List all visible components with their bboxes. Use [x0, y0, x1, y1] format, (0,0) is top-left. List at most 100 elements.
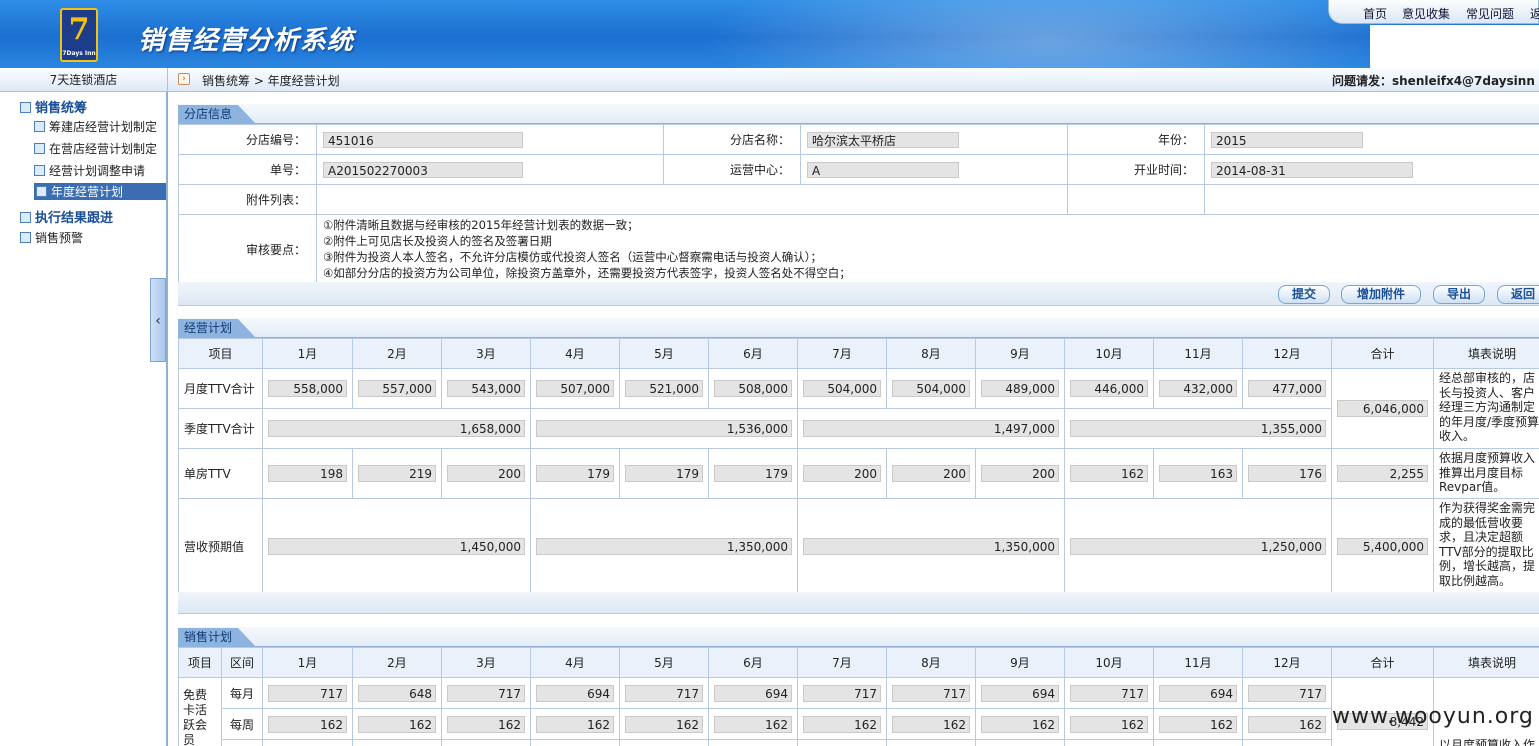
quarter-cell: 1,355,000 [1070, 420, 1326, 437]
col-header-month: 9月 [975, 647, 1065, 678]
value-cell: 162 [447, 715, 525, 733]
col-header-item: 项目 [178, 338, 263, 369]
year-label: 年份： [1067, 124, 1205, 155]
sidebar: 销售统筹 筹建店经营计划制定 在营店经营计划制定 经营计划调整申请 年度经营计划… [0, 92, 168, 746]
value-cell: 717 [268, 684, 347, 702]
sidebar-group-followup[interactable]: 执行结果跟进 [20, 207, 113, 226]
main-content: 分店信息 分店编号： 451016 分店名称： 哈尔滨太平桥店 年份： 2015… [178, 92, 1539, 746]
review-label: 审核要点： [178, 214, 317, 285]
value-cell: 446,000 [1070, 380, 1148, 397]
quarter-cell: 1,658,000 [268, 420, 525, 437]
value-cell: 162 [268, 715, 347, 733]
quarter-cell: 1,497,000 [803, 420, 1059, 437]
col-header-period: 区间 [221, 647, 263, 678]
sidebar-item-sales-warning[interactable]: 销售预警 [20, 229, 83, 246]
col-header-month: 2月 [352, 647, 442, 678]
sidebar-group-sales[interactable]: 销售统筹 [20, 97, 87, 116]
sidebar-collapse-button[interactable]: ‹ [150, 278, 166, 362]
col-header-month: 8月 [886, 647, 976, 678]
col-header-month: 6月 [708, 338, 798, 369]
logo-number: 7 [68, 12, 90, 47]
app-header: 7 7Days Inn 销售经营分析系统 [0, 0, 1539, 68]
col-header-month: 7月 [797, 647, 887, 678]
submit-button[interactable]: 提交 [1278, 285, 1330, 304]
return-link[interactable]: 返 [1530, 5, 1539, 22]
sidebar-item-annual-plan[interactable]: 年度经营计划 [34, 183, 166, 200]
logo-brand-text: 7Days Inn [62, 50, 96, 57]
value-cell: 694 [714, 684, 792, 702]
room-ttv-note: 依据月度预算收入推算出月度目标Revpar值。 [1433, 448, 1539, 499]
sidebar-item-plan-adjust[interactable]: 经营计划调整申请 [34, 162, 145, 179]
breadcrumb: 销售统筹 > 年度经营计划 [202, 74, 340, 88]
row-label-room-ttv: 单房TTV [178, 448, 263, 499]
value-cell: 504,000 [803, 380, 881, 397]
review-points: ①附件清晰且数据与经审核的2015年经营计划表的数据一致； ②附件上可见店长及投… [316, 214, 1539, 285]
value-cell: 694 [1159, 684, 1237, 702]
branch-name-label: 分店名称： [663, 124, 801, 155]
page-icon [34, 143, 45, 154]
value-cell: 219 [358, 465, 436, 482]
value-cell: 717 [1248, 684, 1326, 702]
col-header-total: 合计 [1331, 647, 1434, 678]
page-icon [20, 232, 31, 243]
export-button[interactable]: 导出 [1433, 285, 1485, 304]
value-cell: 200 [447, 465, 525, 482]
row-label-monthly-ttv: 月度TTV合计 [178, 368, 263, 409]
sidebar-item-operating-store-plan[interactable]: 在营店经营计划制定 [34, 140, 157, 157]
business-plan-table: 项目 1月 2月 3月 4月 5月 6月 7月 8月 9月 10月 11月 12… [178, 338, 1539, 594]
value-cell: 508,000 [714, 380, 792, 397]
branch-info-table: 分店编号： 451016 分店名称： 哈尔滨太平桥店 年份： 2015 单号： … [178, 124, 1539, 285]
value-cell: 162 [536, 715, 614, 733]
col-header-month: 5月 [619, 338, 709, 369]
value-cell: 179 [714, 465, 792, 482]
page-icon [34, 165, 45, 176]
sidebar-item-new-store-plan[interactable]: 筹建店经营计划制定 [34, 118, 157, 135]
ops-center-label: 运营中心： [663, 154, 801, 185]
business-plan-header: 经营计划 [178, 318, 1539, 338]
value-cell: 162 [981, 715, 1059, 733]
period-label: 每月 [221, 677, 263, 709]
value-cell: 694 [981, 684, 1059, 702]
add-attachment-button[interactable]: 增加附件 [1341, 285, 1421, 304]
value-cell: 717 [447, 684, 525, 702]
col-header-month: 3月 [441, 647, 531, 678]
feedback-link[interactable]: 意见收集 [1402, 5, 1450, 22]
row-label-free-card-members: 免费卡活跃会员 [178, 677, 222, 746]
col-header-month: 4月 [530, 338, 620, 369]
attachments-list [316, 184, 1068, 215]
col-header-month: 4月 [530, 647, 620, 678]
value-cell: 162 [803, 715, 881, 733]
value-cell: 179 [625, 465, 703, 482]
col-header-month: 1月 [262, 647, 353, 678]
branch-info-title: 分店信息 [178, 105, 256, 124]
action-bar [178, 282, 1539, 306]
contact-email: 问题请发：shenleifx4@7daysinn [1332, 74, 1535, 88]
col-header-total: 合计 [1331, 338, 1434, 369]
value-cell: 694 [536, 684, 614, 702]
value-cell: 489,000 [981, 380, 1059, 397]
brand-logo: 7 7Days Inn [60, 8, 98, 62]
col-header-month: 1月 [262, 338, 353, 369]
col-header-month: 11月 [1153, 338, 1243, 369]
value-cell: 432,000 [1159, 380, 1237, 397]
faq-link[interactable]: 常见问题 [1466, 5, 1514, 22]
col-header-month: 12月 [1242, 338, 1332, 369]
value-cell: 717 [1070, 684, 1148, 702]
table-row: 单房TTV 198 219 200 179 179 179 200 200 20… [178, 448, 1539, 499]
branch-info-header: 分店信息 [178, 104, 1539, 124]
home-link[interactable]: 首页 [1363, 5, 1387, 22]
watermark: www.wooyun.org [1332, 704, 1534, 729]
quarter-cell: 1,536,000 [536, 420, 792, 437]
value-cell: 648 [358, 684, 436, 702]
value-cell: 162 [1070, 465, 1148, 482]
value-cell: 198 [268, 465, 347, 482]
header-blank-area [1370, 25, 1539, 68]
revenue-total-cell: 5,400,000 [1337, 537, 1428, 555]
value-cell: 200 [892, 465, 970, 482]
folder-icon [20, 102, 31, 113]
return-button[interactable]: 返回 [1497, 285, 1539, 304]
folder-icon [20, 212, 31, 223]
top-links-bar: 首页 意见收集 常见问题 返 [1328, 0, 1539, 24]
hotel-name: 7天连锁酒店 [0, 68, 168, 92]
value-cell: 543,000 [447, 380, 525, 397]
